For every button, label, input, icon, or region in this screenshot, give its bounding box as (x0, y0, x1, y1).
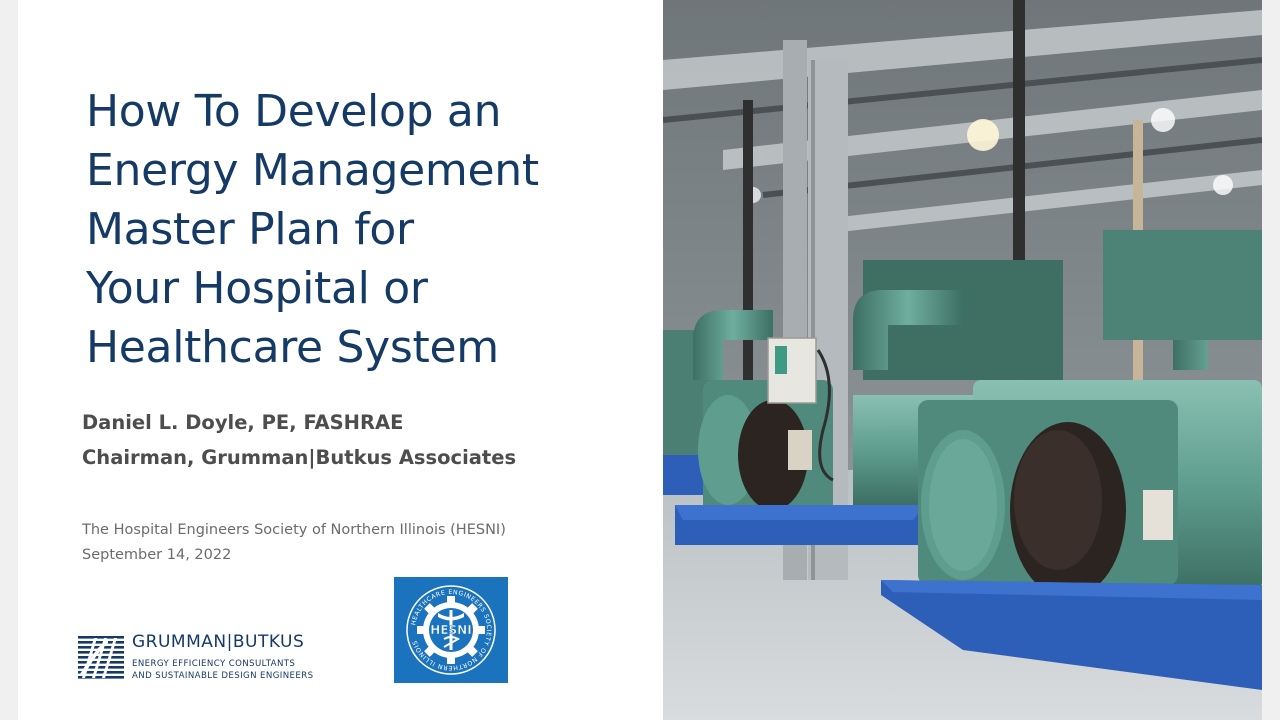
grumman-butkus-logo: GRUMMAN|BUTKUS ENERGY EFFICIENCY CONSULT… (78, 630, 348, 686)
slide-title: How To Develop an Energy Management Mast… (86, 82, 646, 377)
event-date: September 14, 2022 (82, 547, 232, 563)
presenter-name: Daniel L. Doyle, PE, FASHRAE (82, 411, 404, 434)
title-line: Master Plan for (86, 204, 414, 255)
presenter-block: Daniel L. Doyle, PE, FASHRAE Chairman, G… (82, 405, 516, 475)
hesni-emblem-icon: HEALTHCARE ENGINEERS SOCIETY OF NORTHERN… (406, 585, 496, 675)
company-name: GRUMMAN|BUTKUS (132, 632, 305, 652)
presenter-title: Chairman, Grumman|Butkus Associates (82, 446, 517, 469)
chiller-plant-image (663, 0, 1262, 720)
company-tagline-line: AND SUSTAINABLE DESIGN ENGINEERS (132, 671, 314, 681)
title-line: Energy Management (86, 145, 539, 196)
right-border (1262, 0, 1280, 720)
event-name: The Hospital Engineers Society of Northe… (82, 522, 506, 538)
title-line: How To Develop an (86, 86, 502, 137)
company-tagline-line: ENERGY EFFICIENCY CONSULTANTS (132, 659, 296, 669)
grumman-butkus-mark-icon (78, 636, 124, 679)
company-tagline: ENERGY EFFICIENCY CONSULTANTS AND SUSTAI… (132, 658, 313, 682)
title-line: Your Hospital or (86, 263, 428, 314)
hesni-logo: HEALTHCARE ENGINEERS SOCIETY OF NORTHERN… (394, 577, 508, 683)
event-block: The Hospital Engineers Society of Northe… (82, 518, 506, 568)
slide-text-panel: How To Develop an Energy Management Mast… (18, 0, 663, 720)
hesni-center-text: HESNI (430, 623, 471, 637)
chiller-room-photo (663, 0, 1262, 720)
title-line: Healthcare System (86, 322, 499, 373)
left-border (0, 0, 18, 720)
